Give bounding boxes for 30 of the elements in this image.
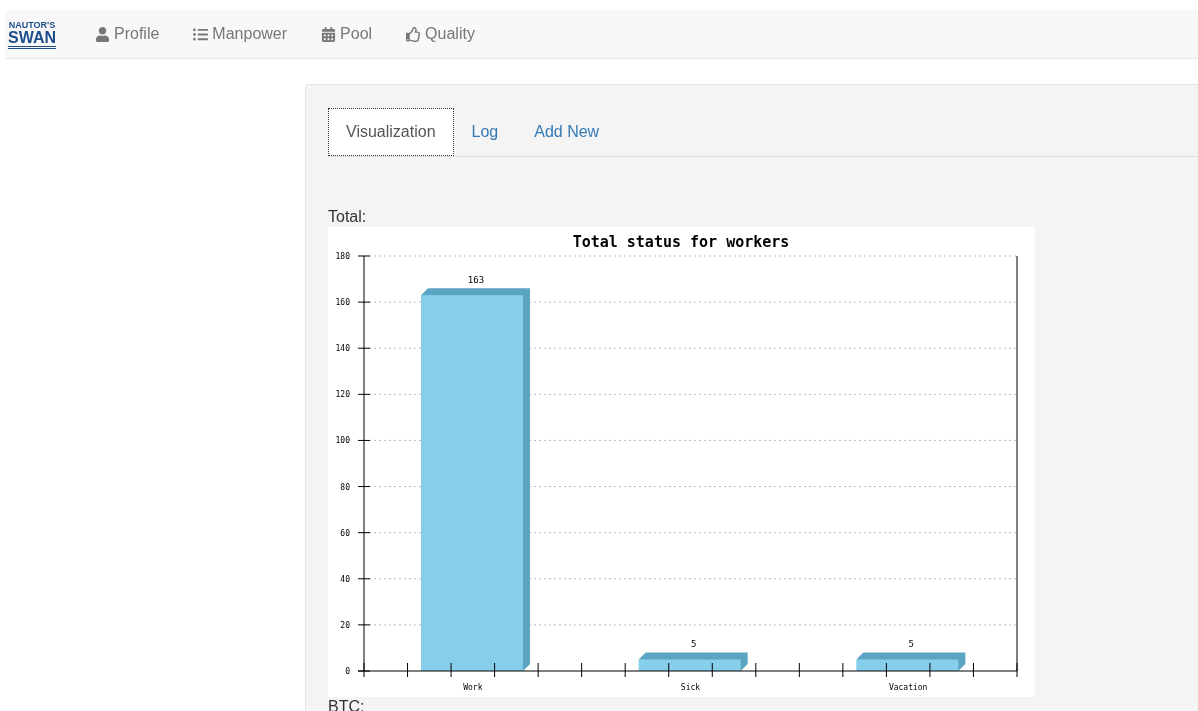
- section-label: Total:: [328, 207, 368, 227]
- calendar-icon: [321, 26, 337, 42]
- data-label: 5: [690, 639, 697, 650]
- data-label: 163: [467, 275, 485, 286]
- y-tick-label: 100: [335, 436, 350, 446]
- y-tick-label: 180: [335, 252, 350, 261]
- y-tick-label: 0: [345, 667, 350, 676]
- y-tick-label: 140: [335, 344, 350, 354]
- logo[interactable]: NAUTOR'S SWAN: [8, 19, 56, 49]
- data-label: 5: [908, 639, 915, 650]
- tab[interactable]: Log: [453, 108, 517, 156]
- nav-link[interactable]: Manpower: [176, 25, 305, 43]
- tab[interactable]: Visualization: [328, 108, 454, 156]
- nav-link[interactable]: Quality: [389, 25, 492, 43]
- list-icon: [193, 26, 209, 42]
- x-tick-label: Sick: [680, 683, 701, 692]
- tab[interactable]: Add New: [516, 108, 618, 156]
- thumbs-up-icon: [406, 26, 422, 42]
- x-tick-label: Work: [463, 683, 483, 692]
- x-tick-label: Vacation: [888, 683, 928, 692]
- y-tick-label: 160: [335, 298, 350, 308]
- chart-title: Total status for workers: [572, 233, 790, 251]
- y-tick-label: 80: [340, 482, 350, 492]
- user-icon: [95, 26, 110, 42]
- nav-link[interactable]: Pool: [304, 25, 390, 43]
- y-tick-label: 120: [335, 390, 350, 400]
- y-tick-label: 20: [340, 620, 350, 630]
- y-tick-label: 60: [340, 528, 350, 538]
- y-tick-label: 40: [340, 574, 350, 584]
- nav-link[interactable]: Profile: [78, 25, 177, 43]
